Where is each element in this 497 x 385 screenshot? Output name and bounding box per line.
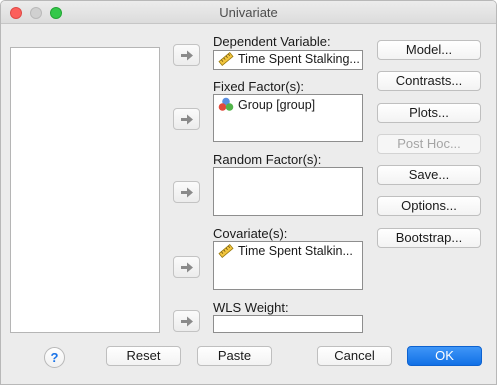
help-button[interactable]: ? [44,347,65,368]
wls-weight-label: WLS Weight: [213,300,289,315]
fixed-factor-list[interactable]: Group [group] [213,94,363,142]
fixed-factor-label: Fixed Factor(s): [213,79,305,94]
arrow-right-icon [181,262,193,273]
title-bar: Univariate [1,1,496,24]
options-button[interactable]: Options... [377,196,481,216]
source-variable-list[interactable] [10,47,160,333]
dependent-variable-item[interactable]: Time Spent Stalking... [218,52,360,66]
plots-button[interactable]: Plots... [377,103,481,123]
fixed-factor-value: Group [group] [238,97,316,112]
move-to-dependent-button[interactable] [173,44,200,66]
fixed-factor-item[interactable]: Group [group] [218,97,315,112]
random-factor-label: Random Factor(s): [213,152,322,167]
reset-button[interactable]: Reset [106,346,181,366]
nominal-circles-icon [218,97,234,111]
cancel-button[interactable]: Cancel [317,346,392,366]
ruler-icon [218,52,234,66]
arrow-right-icon [181,187,193,198]
model-button[interactable]: Model... [377,40,481,60]
save-button[interactable]: Save... [377,165,481,185]
post-hoc-button[interactable]: Post Hoc... [377,134,481,154]
move-to-covariate-button[interactable] [173,256,200,278]
arrow-right-icon [181,316,193,327]
covariate-list[interactable]: Time Spent Stalkin... [213,241,363,290]
random-factor-list[interactable] [213,167,363,216]
move-to-random-factor-button[interactable] [173,181,200,203]
covariate-item[interactable]: Time Spent Stalkin... [218,244,353,258]
dependent-variable-field[interactable]: Time Spent Stalking... [213,50,363,70]
move-to-wls-weight-button[interactable] [173,310,200,332]
covariate-label: Covariate(s): [213,226,288,241]
move-to-fixed-factor-button[interactable] [173,108,200,130]
minimize-window-button[interactable] [30,7,42,19]
univariate-dialog: Univariate Dependent Variable: Time Spen… [0,0,497,385]
paste-button[interactable]: Paste [197,346,272,366]
close-window-button[interactable] [10,7,22,19]
ruler-icon [218,244,234,258]
dependent-variable-value: Time Spent Stalking... [238,52,360,66]
arrow-right-icon [181,50,193,61]
covariate-value: Time Spent Stalkin... [238,244,353,258]
zoom-window-button[interactable] [50,7,62,19]
dependent-variable-label: Dependent Variable: [213,34,331,49]
wls-weight-field[interactable] [213,315,363,333]
window-title: Univariate [219,5,278,20]
contrasts-button[interactable]: Contrasts... [377,71,481,91]
bootstrap-button[interactable]: Bootstrap... [377,228,481,248]
ok-button[interactable]: OK [407,346,482,366]
arrow-right-icon [181,114,193,125]
